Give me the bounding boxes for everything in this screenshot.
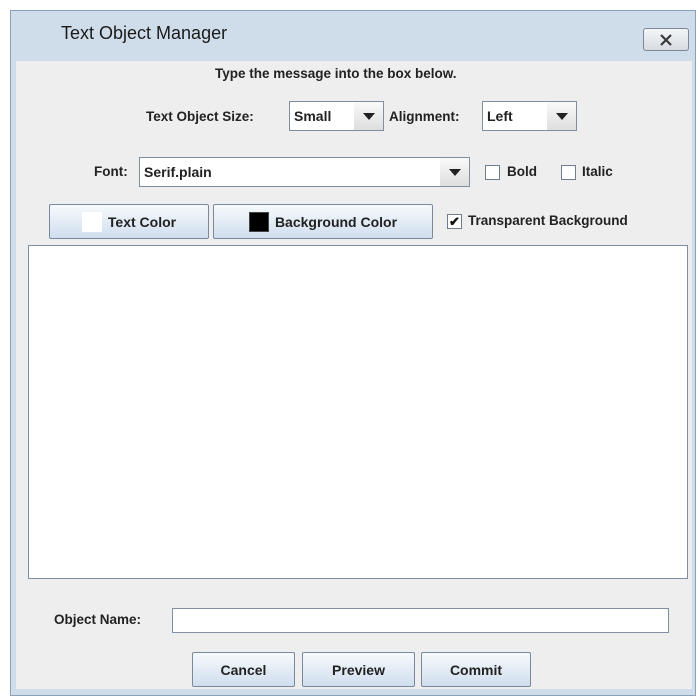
chevron-down-icon bbox=[555, 112, 568, 120]
font-select-value: Serif.plain bbox=[140, 158, 442, 186]
text-color-swatch bbox=[81, 211, 102, 232]
size-select-value: Small bbox=[290, 102, 356, 130]
message-textarea[interactable] bbox=[28, 245, 688, 579]
font-label: Font: bbox=[94, 164, 128, 179]
background-color-button[interactable]: Background Color bbox=[213, 204, 433, 239]
text-color-button[interactable]: Text Color bbox=[49, 204, 209, 239]
alignment-dropdown-button[interactable] bbox=[547, 102, 576, 130]
chevron-down-icon bbox=[448, 168, 461, 176]
bold-label: Bold bbox=[507, 164, 537, 179]
bold-checkbox[interactable] bbox=[485, 165, 500, 180]
commit-button[interactable]: Commit bbox=[421, 652, 531, 687]
text-color-label: Text Color bbox=[107, 213, 177, 230]
cancel-button[interactable]: Cancel bbox=[192, 652, 295, 687]
checkmark-icon: ✔ bbox=[449, 214, 460, 229]
alignment-select[interactable]: Left bbox=[482, 101, 577, 131]
size-dropdown-button[interactable] bbox=[354, 102, 383, 130]
alignment-select-value: Left bbox=[483, 102, 549, 130]
object-name-label: Object Name: bbox=[54, 612, 142, 627]
italic-label: Italic bbox=[582, 164, 613, 179]
dialog-content: Type the message into the box below. Tex… bbox=[16, 61, 692, 691]
window-title: Text Object Manager bbox=[61, 23, 228, 43]
title-bar[interactable]: Text Object Manager bbox=[11, 11, 695, 51]
window-bottom-border bbox=[11, 689, 695, 695]
close-button[interactable] bbox=[643, 28, 689, 51]
instructions-text: Type the message into the box below. bbox=[215, 66, 457, 81]
object-name-input[interactable] bbox=[172, 608, 669, 633]
transparent-background-checkbox[interactable]: ✔ bbox=[447, 214, 462, 229]
preview-button[interactable]: Preview bbox=[302, 652, 415, 687]
size-label: Text Object Size: bbox=[146, 109, 254, 124]
font-dropdown-button[interactable] bbox=[440, 158, 469, 186]
transparent-background-label: Transparent Background bbox=[468, 213, 628, 228]
close-x-icon bbox=[660, 33, 672, 46]
alignment-label: Alignment: bbox=[389, 109, 460, 124]
text-object-manager-window: Text Object Manager Type the message int… bbox=[10, 10, 696, 696]
background-color-swatch bbox=[248, 211, 269, 232]
chevron-down-icon bbox=[362, 112, 375, 120]
size-select[interactable]: Small bbox=[289, 101, 384, 131]
background-color-label: Background Color bbox=[274, 213, 398, 230]
italic-checkbox[interactable] bbox=[561, 165, 576, 180]
font-select[interactable]: Serif.plain bbox=[139, 157, 470, 187]
